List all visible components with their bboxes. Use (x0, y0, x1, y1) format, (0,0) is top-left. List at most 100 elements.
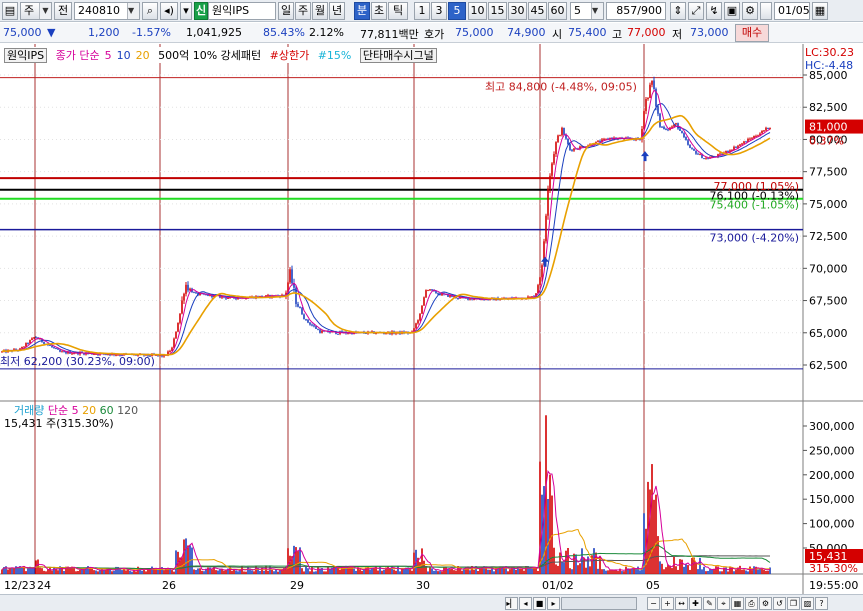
period-type-button[interactable]: 전 (54, 2, 72, 20)
bar-count-field[interactable]: 857/900 (606, 2, 666, 20)
volume-bar (7, 569, 9, 574)
volume-bar (339, 569, 341, 574)
crosshair-icon[interactable]: ✚ (689, 597, 702, 610)
volume-bar (555, 564, 557, 574)
chevron-down-icon[interactable]: ▼ (591, 3, 603, 19)
save-icon[interactable]: ▣ (724, 2, 740, 20)
volume-bar (477, 570, 479, 574)
legend-ma-label[interactable]: 종가 단순 (56, 49, 100, 62)
volume-tick-label: 300,000 (809, 420, 855, 433)
volume-bar (739, 565, 741, 574)
interval-5[interactable]: 5 (448, 2, 466, 20)
date-input[interactable]: 01/05 (774, 2, 810, 20)
interval-45[interactable]: 45 (528, 2, 547, 20)
toolbar-menu-icon[interactable]: ▤ (2, 2, 18, 20)
x-axis-label: 12/23 (4, 579, 36, 592)
date-checkbox[interactable] (760, 2, 772, 20)
legend-ma5[interactable]: 5 (105, 49, 112, 62)
volume-bar (669, 565, 671, 574)
volume-bar (95, 570, 97, 574)
chevron-down-icon[interactable]: ▼ (39, 3, 51, 19)
interval-1[interactable]: 1 (414, 2, 430, 20)
interval-60[interactable]: 60 (548, 2, 567, 20)
candle-body (235, 298, 237, 300)
stock-code-input[interactable]: 240810 ▼ (74, 2, 140, 20)
candle-body (303, 314, 305, 320)
prev-stock-button[interactable]: ▾ (180, 2, 192, 20)
legend-signal[interactable]: 단타매수시그널 (359, 48, 437, 63)
volume-bar (307, 568, 309, 574)
candle-body (699, 154, 701, 156)
interval-input[interactable]: 5 ▼ (570, 2, 604, 20)
period-week[interactable]: 주 (295, 2, 311, 20)
price-chart-svg[interactable]: 85,00082,50080,00077,50075,00072,50070,0… (0, 44, 863, 594)
candle-body (53, 347, 55, 349)
candle-body (683, 133, 685, 137)
period-minute[interactable]: 분 (354, 2, 370, 20)
link-icon[interactable]: ⤢ (688, 2, 704, 20)
chart-area[interactable]: 85,000 82,500 80,000 77,500 75,000 72,500 70,0… (0, 44, 863, 594)
scroll-next-icon[interactable]: ▸ (547, 597, 560, 610)
legend-pct[interactable]: #15% (318, 49, 352, 62)
chevron-down-icon[interactable]: ▼ (127, 3, 139, 19)
interval-30[interactable]: 30 (508, 2, 527, 20)
scroll-track[interactable] (561, 597, 637, 610)
period-second[interactable]: 초 (371, 2, 387, 20)
price-tick-label: 70,000 (809, 262, 848, 275)
candle-body (767, 127, 769, 130)
volume-bar (77, 570, 79, 574)
settings-icon[interactable]: ⚙ (759, 597, 772, 610)
volume-bar (601, 569, 603, 574)
tool-icon[interactable]: ⌖ (717, 597, 730, 610)
scroll-prev-icon[interactable]: ◂ (519, 597, 532, 610)
calendar-icon[interactable]: ▦ (812, 2, 828, 20)
sound-icon[interactable]: ◂) (160, 2, 178, 20)
buy-button[interactable]: 매수 (735, 24, 769, 42)
volume-bar (277, 571, 279, 574)
bottom-scrollbar[interactable]: ▸▏ ◂ ■ ▸ − + ↔ ✚ ✎ ⌖ ▦ ⎙ ⚙ ↺ ❐ ▨ ? (0, 594, 863, 611)
legend-limit[interactable]: #상한가 (270, 49, 310, 62)
period-tick[interactable]: 틱 (388, 2, 408, 20)
open-label: 시 (552, 28, 563, 41)
interval-15[interactable]: 15 (488, 2, 507, 20)
copy-icon[interactable]: ❐ (787, 597, 800, 610)
help-icon[interactable]: ? (815, 597, 828, 610)
market-select[interactable]: 주 ▼ (20, 2, 52, 20)
chart-icon[interactable]: ↯ (706, 2, 722, 20)
stop-icon[interactable]: ■ (533, 597, 546, 610)
arrows-icon[interactable]: ⇕ (670, 2, 686, 20)
print-icon[interactable]: ⎙ (745, 597, 758, 610)
legend-filter[interactable]: 500억 10% 강세패턴 (158, 49, 261, 62)
volume-bar (519, 568, 521, 574)
interval-3[interactable]: 3 (431, 2, 447, 20)
reset-icon[interactable]: ↺ (773, 597, 786, 610)
stock-name-field[interactable]: 원익IPS (208, 2, 276, 20)
pen-icon[interactable]: ✎ (703, 597, 716, 610)
grid-icon[interactable]: ▦ (731, 597, 744, 610)
legend-ma20[interactable]: 20 (136, 49, 150, 62)
period-day[interactable]: 일 (278, 2, 294, 20)
volume-bar (121, 570, 123, 574)
period-year[interactable]: 년 (329, 2, 345, 20)
zoom-out-icon[interactable]: − (647, 597, 660, 610)
volume-bar (679, 559, 681, 574)
volume-bar (743, 569, 745, 574)
price-tick-label: 65,000 (809, 327, 848, 340)
volume-bar (173, 571, 175, 574)
candle-body (763, 130, 765, 132)
legend-ma10[interactable]: 10 (117, 49, 131, 62)
search-icon[interactable]: ⌕ (142, 2, 158, 20)
candle-body (571, 149, 573, 151)
fit-icon[interactable]: ↔ (675, 597, 688, 610)
volume-bar (151, 566, 153, 574)
scroll-first-icon[interactable]: ▸▏ (505, 597, 518, 610)
legend-stock-name[interactable]: 원익IPS (4, 48, 48, 63)
period-month[interactable]: 월 (312, 2, 328, 20)
image-icon[interactable]: ▨ (801, 597, 814, 610)
interval-10[interactable]: 10 (468, 2, 487, 20)
x-axis-time: 19:55:00 (809, 579, 858, 592)
volume-bar (727, 571, 729, 574)
gear-icon[interactable]: ⚙ (742, 2, 758, 20)
candle-body (425, 290, 427, 298)
zoom-in-icon[interactable]: + (661, 597, 674, 610)
